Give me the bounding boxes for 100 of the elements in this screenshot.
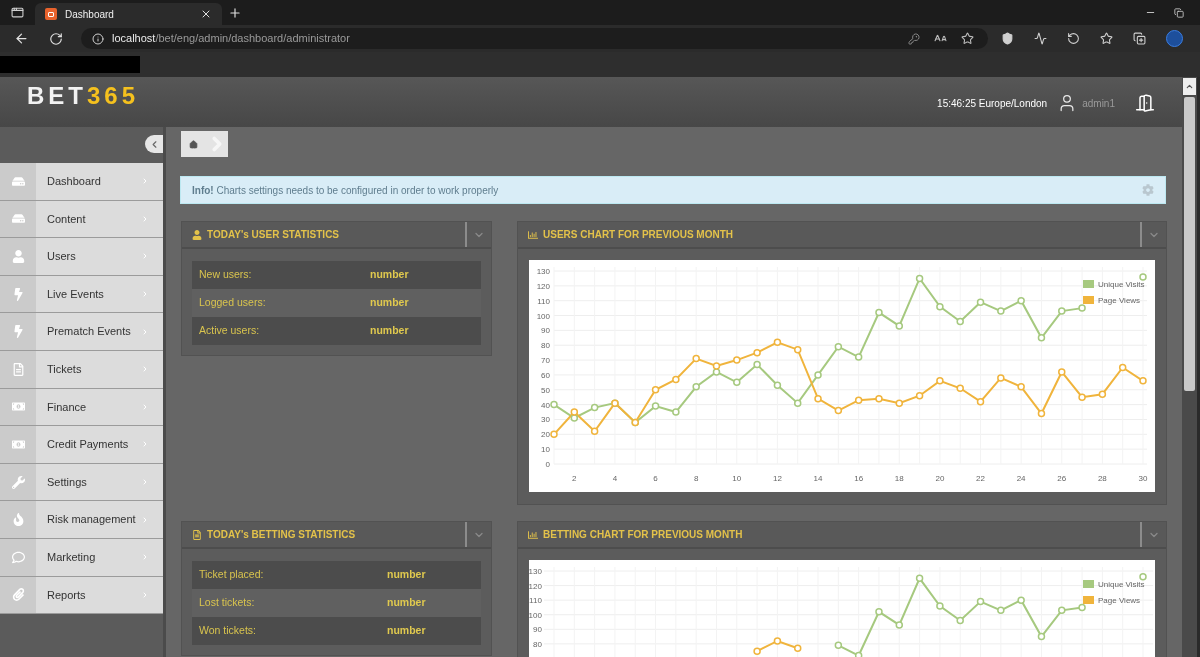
axis-tick-label: 110 — [537, 296, 550, 306]
chevron-right-icon — [141, 440, 149, 449]
speech-bubble-icon — [11, 550, 25, 564]
panel-title: TODAY's USER STATISTICS — [207, 228, 340, 242]
axis-tick-label: 18 — [894, 474, 904, 483]
wrench-icon — [11, 475, 25, 489]
axis-tick-label: 120 — [536, 281, 550, 291]
sidebar-item[interactable]: Risk management — [0, 501, 163, 539]
shield-icon[interactable] — [1001, 32, 1014, 45]
axis-tick-label: 6 — [653, 474, 658, 483]
axis-tick-label: 120 — [529, 581, 542, 591]
browser-tab[interactable]: Dashboard — [35, 3, 222, 25]
chevron-right-icon — [141, 478, 149, 487]
collapse-button[interactable] — [145, 135, 163, 153]
person-icon — [192, 229, 202, 240]
sidebar-item[interactable]: Dashboard — [0, 163, 163, 201]
stat-label: Active users: — [198, 323, 261, 339]
stat-label: Ticket placed: — [198, 567, 265, 583]
axis-tick-label: 130 — [536, 267, 550, 276]
panel-title: USERS CHART FOR PREVIOUS MONTH — [543, 228, 733, 242]
address-field[interactable]: localhost/bet/eng/admin/dashboard/administrator — [81, 28, 988, 49]
panel-title: TODAY's BETTING STATISTICS — [207, 528, 356, 542]
stat-value: number — [370, 295, 409, 311]
axis-tick-label: 40 — [541, 400, 550, 410]
star-icon[interactable] — [1100, 32, 1113, 45]
logo[interactable]: BET365 — [27, 83, 140, 109]
chevron-right-icon — [141, 590, 149, 599]
stat-value: number — [387, 595, 426, 611]
info-icon[interactable] — [92, 32, 104, 45]
avatar-icon[interactable] — [1166, 30, 1183, 47]
sidebar-item[interactable]: Prematch Events — [0, 313, 163, 351]
favicon-icon — [45, 8, 57, 20]
drive-icon — [11, 212, 25, 226]
bolt-icon — [11, 287, 25, 301]
scroll-up-button[interactable] — [1183, 78, 1196, 95]
chevron-right-icon — [141, 365, 149, 374]
scrollbar[interactable] — [1182, 77, 1197, 657]
stat-value: number — [370, 267, 409, 283]
stat-value: number — [387, 623, 426, 639]
panel-title: BETTING CHART FOR PREVIOUS MONTH — [543, 528, 743, 542]
axis-tick-label: 130 — [529, 567, 542, 576]
axis-tick-label: 30 — [541, 415, 550, 425]
chevron-right-icon — [141, 515, 149, 524]
clock-text: 15:46:25 Europe/London — [937, 96, 1048, 111]
drive-icon — [11, 174, 25, 188]
chevron-up-icon — [1185, 82, 1194, 91]
window-icon[interactable] — [11, 6, 24, 19]
door-icon[interactable] — [1135, 93, 1155, 113]
bolt-icon — [11, 325, 25, 339]
document-icon — [192, 529, 202, 540]
axis-tick-label: 14 — [813, 474, 823, 483]
refresh-icon[interactable] — [49, 31, 63, 46]
chevron-right-icon — [141, 214, 149, 223]
axis-tick-label: 10 — [732, 474, 742, 483]
stat-label: Logged users: — [198, 295, 267, 311]
stat-label: Won tickets: — [198, 623, 257, 639]
chevron-right-icon — [141, 252, 149, 261]
axis-tick-label: 12 — [772, 474, 782, 483]
sidebar-item[interactable]: Content — [0, 200, 163, 239]
copy-plus-icon[interactable] — [1133, 32, 1146, 45]
sidebar-item[interactable]: Tickets — [0, 350, 163, 389]
axis-tick-label: 22 — [976, 474, 985, 483]
plus-icon[interactable] — [228, 5, 242, 20]
sidebar-item[interactable]: Users — [0, 238, 163, 276]
restore-icon[interactable] — [1174, 7, 1184, 18]
sidebar-item[interactable]: Reports — [0, 576, 163, 615]
sidebar-item[interactable]: Credit Payments — [0, 426, 163, 464]
close-icon[interactable] — [200, 8, 212, 20]
document-icon — [11, 362, 25, 376]
axis-tick-label: 28 — [1097, 474, 1107, 483]
legend-label: Page Views — [1098, 596, 1141, 605]
sidebar-item[interactable]: Finance — [0, 388, 163, 427]
axis-tick-label: 4 — [612, 474, 618, 483]
axis-tick-label: 90 — [532, 625, 542, 635]
scrollbar-thumb[interactable] — [1184, 97, 1195, 391]
axis-tick-label: 100 — [536, 311, 550, 321]
sidebar-item[interactable]: Settings — [0, 463, 163, 502]
chevron-right-icon — [141, 402, 149, 411]
axis-tick-label: 26 — [1057, 474, 1067, 483]
circular-arrow-icon[interactable] — [1067, 32, 1080, 45]
pulse-icon[interactable] — [1034, 32, 1047, 45]
axis-tick-label: 2 — [572, 474, 577, 483]
star-icon[interactable] — [961, 32, 974, 45]
flame-icon — [11, 513, 25, 527]
axis-tick-label: 20 — [935, 474, 945, 483]
axis-tick-label: 90 — [541, 326, 550, 336]
key-icon[interactable] — [908, 32, 920, 45]
legend-label: Page Views — [1098, 296, 1141, 305]
axis-tick-label: 70 — [541, 356, 550, 366]
axis-tick-label: 80 — [532, 639, 542, 649]
chevron-right-icon — [141, 553, 149, 562]
axis-tick-label: 20 — [541, 430, 550, 440]
axis-tick-label: 50 — [541, 385, 550, 395]
stat-value: number — [370, 323, 409, 339]
sidebar-item[interactable]: Marketing — [0, 538, 163, 577]
paperclip-icon — [11, 588, 25, 602]
stat-value: number — [387, 567, 426, 583]
sidebar-item[interactable]: Live Events — [0, 275, 163, 314]
house-icon — [189, 139, 198, 149]
breadcrumb-home[interactable] — [181, 131, 228, 157]
